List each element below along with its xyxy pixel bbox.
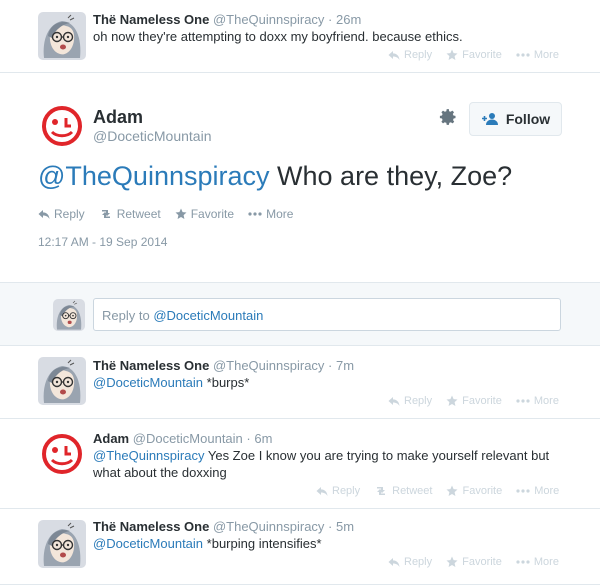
tweet-header: Thë Nameless One @TheQuinnspiracy · 5m (93, 519, 355, 534)
more-button[interactable]: More (516, 556, 559, 568)
tweet-header: Thë Nameless One @TheQuinnspiracy · 26m (93, 12, 362, 27)
mention-link[interactable]: @TheQuinnspiracy (38, 161, 270, 191)
avatar[interactable] (38, 12, 86, 60)
user-name[interactable]: Adam (93, 431, 129, 446)
mention-link[interactable]: @DoceticMountain (93, 536, 203, 551)
follow-button[interactable]: Follow (469, 102, 562, 136)
more-dots-icon (516, 485, 530, 497)
more-button[interactable]: More (516, 395, 559, 407)
tweet-text: @DoceticMountain *burping intensifies* (93, 536, 322, 551)
user-name[interactable]: Adam (93, 107, 143, 128)
retweet-icon (99, 208, 113, 220)
reply-button[interactable]: Reply (38, 207, 85, 221)
tweet-header: Thë Nameless One @TheQuinnspiracy · 7m (93, 358, 355, 373)
screen-name[interactable]: @TheQuinnspiracy (213, 358, 324, 373)
reply-icon (388, 49, 400, 61)
reply-input[interactable]: Reply to @DoceticMountain (93, 298, 561, 331)
tweet-actions: Reply Retweet Favorite More (316, 485, 559, 497)
tweet-timestamp[interactable]: 12:17 AM - 19 Sep 2014 (38, 235, 167, 249)
tweet-item[interactable]: Adam @DoceticMountain · 6m @TheQuinnspir… (0, 419, 600, 509)
more-dots-icon (248, 208, 262, 220)
tweet-actions: Reply Retweet Favorite More (38, 207, 293, 221)
timestamp[interactable]: 5m (336, 519, 354, 534)
tweet-item[interactable]: Thë Nameless One @TheQuinnspiracy · 7m @… (0, 346, 600, 419)
tweet-item[interactable]: Thë Nameless One @TheQuinnspiracy · 26m … (0, 0, 600, 73)
avatar[interactable] (38, 520, 86, 568)
star-icon (446, 485, 458, 497)
tweet-text: oh now they're attempting to doxx my boy… (93, 29, 463, 44)
timestamp[interactable]: 7m (336, 358, 354, 373)
main-tweet-text: @TheQuinnspiracy Who are they, Zoe? (38, 161, 513, 191)
avatar[interactable] (38, 357, 86, 405)
more-dots-icon (516, 556, 530, 568)
tweet-actions: Reply Favorite More (388, 556, 559, 568)
reply-button[interactable]: Reply (388, 49, 432, 61)
favorite-button[interactable]: Favorite (446, 395, 502, 407)
favorite-button[interactable]: Favorite (446, 49, 502, 61)
retweet-icon (374, 485, 388, 497)
more-dots-icon (516, 49, 530, 61)
user-name[interactable]: Thë Nameless One (93, 519, 209, 534)
favorite-button[interactable]: Favorite (446, 556, 502, 568)
tweet-item[interactable]: Thë Nameless One @TheQuinnspiracy · 5m @… (0, 509, 600, 585)
user-name[interactable]: Thë Nameless One (93, 12, 209, 27)
more-button[interactable]: More (516, 49, 559, 61)
avatar[interactable] (38, 102, 86, 150)
screen-name[interactable]: @DoceticMountain (93, 128, 212, 144)
tweet-actions: Reply Favorite More (388, 49, 559, 61)
retweet-button[interactable]: Retweet (99, 207, 161, 221)
timestamp[interactable]: 6m (254, 431, 272, 446)
favorite-button[interactable]: Favorite (446, 485, 502, 497)
follow-icon (481, 112, 499, 126)
more-dots-icon (516, 395, 530, 407)
tweet-text: @TheQuinnspiracy Yes Zoe I know you are … (93, 448, 550, 480)
reply-icon (388, 556, 400, 568)
reply-button[interactable]: Reply (316, 485, 360, 497)
retweet-button[interactable]: Retweet (374, 485, 432, 497)
reply-icon (38, 208, 50, 220)
avatar[interactable] (38, 430, 86, 478)
screen-name[interactable]: @TheQuinnspiracy (213, 519, 324, 534)
reply-button[interactable]: Reply (388, 556, 432, 568)
star-icon (175, 208, 187, 220)
reply-button[interactable]: Reply (388, 395, 432, 407)
user-name[interactable]: Thë Nameless One (93, 358, 209, 373)
mention-link[interactable]: @DoceticMountain (93, 375, 203, 390)
more-button[interactable]: More (516, 485, 559, 497)
timestamp[interactable]: 26m (336, 12, 361, 27)
tweet-actions: Reply Favorite More (388, 395, 559, 407)
star-icon (446, 556, 458, 568)
screen-name[interactable]: @TheQuinnspiracy (213, 12, 324, 27)
tweet-text: @DoceticMountain *burps* (93, 375, 250, 390)
reply-icon (388, 395, 400, 407)
tweet-header: Adam @DoceticMountain · 6m (93, 431, 273, 446)
star-icon (446, 395, 458, 407)
reply-icon (316, 485, 328, 497)
favorite-button[interactable]: Favorite (175, 207, 234, 221)
more-button[interactable]: More (248, 207, 293, 221)
gear-icon[interactable] (438, 107, 458, 127)
avatar (53, 299, 85, 331)
mention-link[interactable]: @TheQuinnspiracy (93, 448, 204, 463)
screen-name[interactable]: @DoceticMountain (133, 431, 243, 446)
star-icon (446, 49, 458, 61)
